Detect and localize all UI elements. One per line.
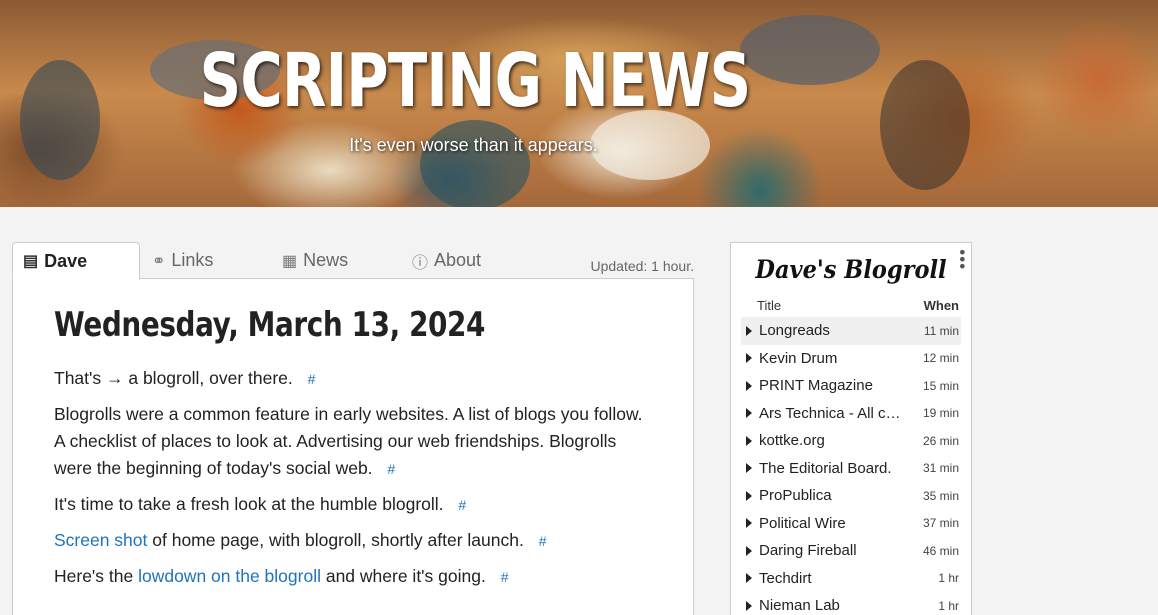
- permalink[interactable]: #: [501, 569, 509, 585]
- screen-shot-link[interactable]: Screen shot: [54, 530, 147, 550]
- tab-dave[interactable]: ▤ Dave: [12, 242, 140, 280]
- blog-when: 35 min: [922, 488, 959, 503]
- post-date-heading: Wednesday, March 13, 2024: [54, 305, 486, 345]
- blogroll-item[interactable]: Nieman Lab 1 hr: [741, 592, 961, 615]
- post-text: Here's the: [54, 566, 139, 586]
- blog-name[interactable]: Daring Fireball: [759, 542, 907, 559]
- expand-triangle-icon[interactable]: [746, 545, 752, 556]
- blogroll-item[interactable]: Political Wire 37 min: [741, 510, 961, 538]
- blogroll-item[interactable]: Daring Fireball 46 min: [741, 537, 961, 565]
- newspaper-icon: ▦: [282, 252, 298, 270]
- book-icon: ▤: [23, 253, 39, 270]
- post-paragraph: Here's the lowdown on the blogroll and w…: [54, 563, 654, 591]
- blog-when: 26 min: [922, 433, 959, 448]
- tab-label: News: [303, 250, 349, 270]
- blogroll-title: Dave's Blogroll: [755, 255, 947, 284]
- permalink[interactable]: #: [458, 497, 466, 513]
- permalink[interactable]: #: [308, 371, 316, 387]
- blog-name[interactable]: Techdirt: [759, 570, 907, 587]
- blogroll-panel: Dave's Blogroll • • • Title When Longreads…: [730, 242, 972, 615]
- expand-triangle-icon[interactable]: [746, 463, 752, 474]
- post-paragraph: That's → a blogroll, over there. #: [54, 365, 654, 393]
- tab-label: Links: [171, 250, 214, 270]
- person-illustration: [420, 120, 530, 207]
- tab-links[interactable]: ⚭ Links: [152, 242, 213, 279]
- post-text: Blogrolls were a common feature in early…: [54, 404, 643, 478]
- arrow-right-icon: →: [105, 368, 124, 388]
- site-tagline: It's even worse than it appears.: [349, 135, 598, 155]
- blogroll-list: Longreads 11 min Kevin Drum 12 min PRINT M…: [741, 317, 961, 615]
- blogroll-item[interactable]: ProPublica 35 min: [741, 482, 961, 510]
- tab-bar: ▤ Dave ⚭ Links ▦ News ⓘ About Updated: 1…: [12, 242, 694, 280]
- post-text: It's time to take a fresh look at the hu…: [54, 494, 444, 514]
- post-panel: Wednesday, March 13, 2024 That's → a blo…: [12, 278, 694, 615]
- blog-when: 15 min: [922, 378, 959, 393]
- blog-when: 37 min: [922, 516, 959, 531]
- post-text: a blogroll, over there.: [128, 368, 293, 388]
- expand-triangle-icon[interactable]: [746, 435, 752, 446]
- blogroll-item[interactable]: Techdirt 1 hr: [741, 565, 961, 593]
- blog-name[interactable]: Ars Technica - All con…: [759, 405, 907, 422]
- post-paragraph: Screen shot of home page, with blogroll,…: [54, 527, 654, 555]
- blogroll-header: Title When: [757, 298, 959, 313]
- permalink[interactable]: #: [539, 533, 547, 549]
- link-icon: ⚭: [152, 252, 166, 270]
- updated-status: Updated: 1 hour.: [590, 258, 694, 274]
- blog-name[interactable]: Kevin Drum: [759, 350, 907, 367]
- blog-name[interactable]: ProPublica: [759, 487, 907, 504]
- tab-label: Dave: [44, 250, 88, 271]
- permalink[interactable]: #: [387, 461, 395, 477]
- blog-name[interactable]: Nieman Lab: [759, 597, 907, 614]
- blogroll-item[interactable]: kottke.org 26 min: [741, 427, 961, 455]
- post-list: That's → a blogroll, over there. # Blogr…: [54, 365, 654, 599]
- post-paragraph: It's time to take a fresh look at the hu…: [54, 491, 654, 519]
- header-banner: SCRIPTING NEWS It's even worse than it a…: [0, 0, 1158, 207]
- blog-name[interactable]: Longreads: [759, 322, 907, 339]
- post-text: of home page, with blogroll, shortly aft…: [147, 530, 524, 550]
- post-paragraph: Blogrolls were a common feature in early…: [54, 401, 654, 483]
- post-text: That's: [54, 368, 102, 388]
- tab-label: About: [434, 250, 482, 270]
- blogroll-item[interactable]: Ars Technica - All con… 19 min: [741, 400, 961, 428]
- person-illustration: [880, 60, 970, 190]
- blogroll-item[interactable]: The Editorial Board. 31 min: [741, 455, 961, 483]
- column-title[interactable]: Title: [757, 298, 781, 313]
- kebab-menu-icon[interactable]: • • •: [958, 245, 967, 275]
- info-circle-icon: ⓘ: [412, 254, 429, 272]
- tab-news[interactable]: ▦ News: [282, 242, 348, 279]
- expand-triangle-icon[interactable]: [746, 490, 752, 501]
- blog-name[interactable]: The Editorial Board.: [759, 460, 907, 477]
- site-title[interactable]: SCRIPTING NEWS: [105, 38, 846, 124]
- blog-when: 1 hr: [938, 571, 959, 586]
- blog-when: 11 min: [923, 323, 959, 338]
- expand-triangle-icon[interactable]: [746, 353, 752, 364]
- expand-triangle-icon[interactable]: [746, 408, 752, 419]
- blog-name[interactable]: PRINT Magazine: [759, 377, 907, 394]
- blog-when: 1 hr: [938, 598, 959, 613]
- expand-triangle-icon[interactable]: [746, 380, 752, 391]
- column-when[interactable]: When: [924, 298, 959, 313]
- expand-triangle-icon[interactable]: [746, 573, 752, 584]
- expand-triangle-icon[interactable]: [746, 518, 752, 529]
- blogroll-item[interactable]: PRINT Magazine 15 min: [741, 372, 961, 400]
- blog-name[interactable]: Political Wire: [759, 515, 907, 532]
- blog-when: 46 min: [922, 543, 959, 558]
- blog-when: 19 min: [922, 406, 959, 421]
- expand-triangle-icon[interactable]: [746, 600, 752, 611]
- blog-when: 31 min: [922, 461, 959, 476]
- person-illustration: [20, 60, 100, 180]
- tab-about[interactable]: ⓘ About: [412, 242, 481, 279]
- blogroll-item[interactable]: Longreads 11 min: [741, 317, 961, 345]
- blog-name[interactable]: kottke.org: [759, 432, 907, 449]
- blogroll-item[interactable]: Kevin Drum 12 min: [741, 345, 961, 373]
- lowdown-link[interactable]: lowdown on the blogroll: [138, 566, 321, 586]
- blog-when: 12 min: [922, 351, 959, 366]
- expand-triangle-icon[interactable]: [746, 325, 752, 336]
- post-text: and where it's going.: [320, 566, 486, 586]
